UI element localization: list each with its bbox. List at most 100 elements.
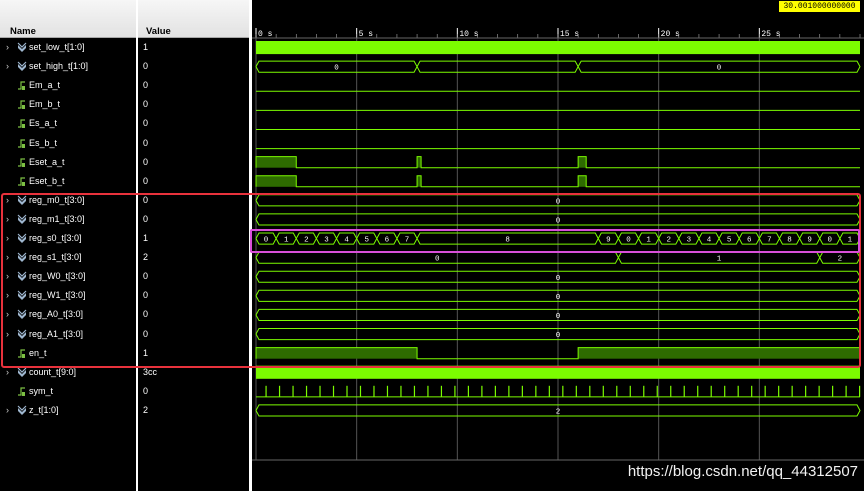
- signal-value: 0: [143, 175, 149, 186]
- name-column-header[interactable]: Name: [0, 0, 136, 38]
- bus-value-label: 0: [717, 65, 722, 73]
- waveform-trace[interactable]: [256, 365, 860, 379]
- waveform-canvas[interactable]: 0 s5 s 10 s 15 s 20 s 25 s0 0000 1 2 3 4 5 6 7 8 9 0 1 2 3…: [252, 0, 864, 491]
- pulse-fill: [256, 347, 418, 359]
- signal-row[interactable]: › reg_W1_t[3:0]: [0, 286, 136, 305]
- dense-bus-fill: [256, 41, 860, 55]
- bus-value-label: 0: [556, 332, 561, 340]
- signal-value-row: 1: [138, 344, 249, 363]
- expand-chevron-icon[interactable]: ›: [6, 38, 14, 57]
- bus-value-label: 0: [435, 256, 440, 264]
- signal-row[interactable]: › reg_W0_t[3:0]: [0, 267, 136, 286]
- signal-name: reg_W0_t[3:0]: [29, 271, 86, 282]
- signal-row[interactable]: › set_high_t[1:0]: [0, 57, 136, 76]
- expand-chevron-icon[interactable]: ›: [6, 401, 14, 420]
- expand-chevron-icon[interactable]: ›: [6, 363, 14, 382]
- bus-value-label: 0: [556, 275, 561, 283]
- bus-icon: [17, 38, 27, 57]
- signal-value-row: 3cc: [138, 363, 249, 382]
- expand-chevron-icon[interactable]: ›: [6, 325, 14, 344]
- bus-value-label: 0: [556, 198, 561, 206]
- signal-row[interactable]: › z_t[1:0]: [0, 401, 136, 420]
- signal-value-row: 2: [138, 248, 249, 267]
- bus-value-label: 9: [807, 237, 812, 245]
- signal-name: Eset_a_t: [29, 156, 65, 167]
- bus-icon: [17, 267, 27, 286]
- signal-row[interactable]: › reg_s1_t[3:0]: [0, 248, 136, 267]
- signal-name: count_t[9:0]: [29, 366, 77, 377]
- expand-chevron-icon[interactable]: ›: [6, 229, 14, 248]
- value-header-label: Value: [146, 26, 171, 37]
- expand-chevron-icon[interactable]: ›: [6, 267, 14, 286]
- signal-row[interactable]: › reg_s0_t[3:0]: [0, 229, 136, 248]
- bus-value-label: 1: [284, 237, 289, 245]
- bit-icon: [17, 153, 27, 172]
- expand-chevron-icon[interactable]: ›: [6, 191, 14, 210]
- signal-row[interactable]: › reg_A0_t[3:0]: [0, 305, 136, 324]
- signal-value: 0: [143, 80, 149, 91]
- signal-row[interactable]: › reg_A1_t[3:0]: [0, 325, 136, 344]
- bus-value-label: 7: [767, 237, 772, 245]
- bit-icon: [17, 172, 27, 191]
- bus-value-label: 1: [646, 237, 651, 245]
- signal-value: 0: [143, 290, 149, 301]
- bus-value-label: 7: [405, 237, 410, 245]
- signal-row[interactable]: en_t: [0, 344, 136, 363]
- signal-name: sym_t: [29, 385, 54, 396]
- bus-icon: [17, 401, 27, 420]
- signal-values-panel: Value 1 0 0 0 0 0 0 0 0 0 1 2 0 0 0 0 1 3cc 0 2: [138, 0, 249, 491]
- bus-value-label: 2: [666, 237, 671, 245]
- expand-chevron-icon[interactable]: ›: [6, 305, 14, 324]
- signal-value: 2: [143, 404, 149, 415]
- value-column-header[interactable]: Value: [138, 0, 249, 38]
- signal-row[interactable]: Em_b_t: [0, 95, 136, 114]
- bus-segment: [416, 60, 579, 73]
- signal-name: reg_A1_t[3:0]: [29, 328, 84, 339]
- bus-value-label: 6: [385, 237, 390, 245]
- signal-row[interactable]: › reg_m0_t[3:0]: [0, 191, 136, 210]
- signal-row[interactable]: Em_a_t: [0, 76, 136, 95]
- bus-value-label: 1: [848, 237, 853, 245]
- bus-icon: [17, 325, 27, 344]
- waveform-trace[interactable]: [256, 41, 860, 55]
- signal-value-row: 0: [138, 57, 249, 76]
- bus-value-label: 0: [264, 237, 269, 245]
- signal-names-panel: Name › set_low_t[1:0] › set_high_t[1:0] Em_a…: [0, 0, 136, 491]
- signal-value: 0: [143, 118, 149, 129]
- expand-chevron-icon[interactable]: ›: [6, 286, 14, 305]
- bus-icon: [17, 210, 27, 229]
- signal-value-row: 0: [138, 95, 249, 114]
- signal-row[interactable]: › set_low_t[1:0]: [0, 38, 136, 57]
- signal-row[interactable]: › reg_m1_t[3:0]: [0, 210, 136, 229]
- bus-value-label: 3: [324, 237, 329, 245]
- expand-chevron-icon[interactable]: ›: [6, 248, 14, 267]
- signal-row[interactable]: Eset_a_t: [0, 153, 136, 172]
- signal-value-row: 0: [138, 210, 249, 229]
- signal-value-row: 0: [138, 305, 249, 324]
- bus-value-label: 0: [626, 237, 631, 245]
- signal-row[interactable]: Es_a_t: [0, 114, 136, 133]
- bus-value-label: 5: [364, 237, 369, 245]
- signal-value: 0: [143, 61, 149, 72]
- waveform-panel[interactable]: 0 s5 s 10 s 15 s 20 s 25 s000001234567890123…: [252, 0, 864, 491]
- signal-value: 0: [143, 309, 149, 320]
- bus-value-label: 8: [505, 237, 510, 245]
- bus-value-label: 2: [556, 408, 561, 416]
- signal-name: Es_b_t: [29, 137, 58, 148]
- bus-value-label: 8: [787, 237, 792, 245]
- signal-row[interactable]: Eset_b_t: [0, 172, 136, 191]
- signal-value: 0: [143, 194, 149, 205]
- signal-row[interactable]: Es_b_t: [0, 134, 136, 153]
- signal-value-row: 1: [138, 38, 249, 57]
- expand-chevron-icon[interactable]: ›: [6, 210, 14, 229]
- signal-value: 0: [143, 156, 149, 167]
- bus-value-label: 3: [687, 237, 692, 245]
- dense-bus-fill: [256, 365, 860, 379]
- pulse-fill: [578, 156, 587, 168]
- pulse-fill: [256, 175, 297, 187]
- signal-row[interactable]: sym_t: [0, 382, 136, 401]
- bus-value-label: 2: [838, 256, 843, 264]
- signal-value-row: 0: [138, 382, 249, 401]
- expand-chevron-icon[interactable]: ›: [6, 57, 14, 76]
- signal-row[interactable]: › count_t[9:0]: [0, 363, 136, 382]
